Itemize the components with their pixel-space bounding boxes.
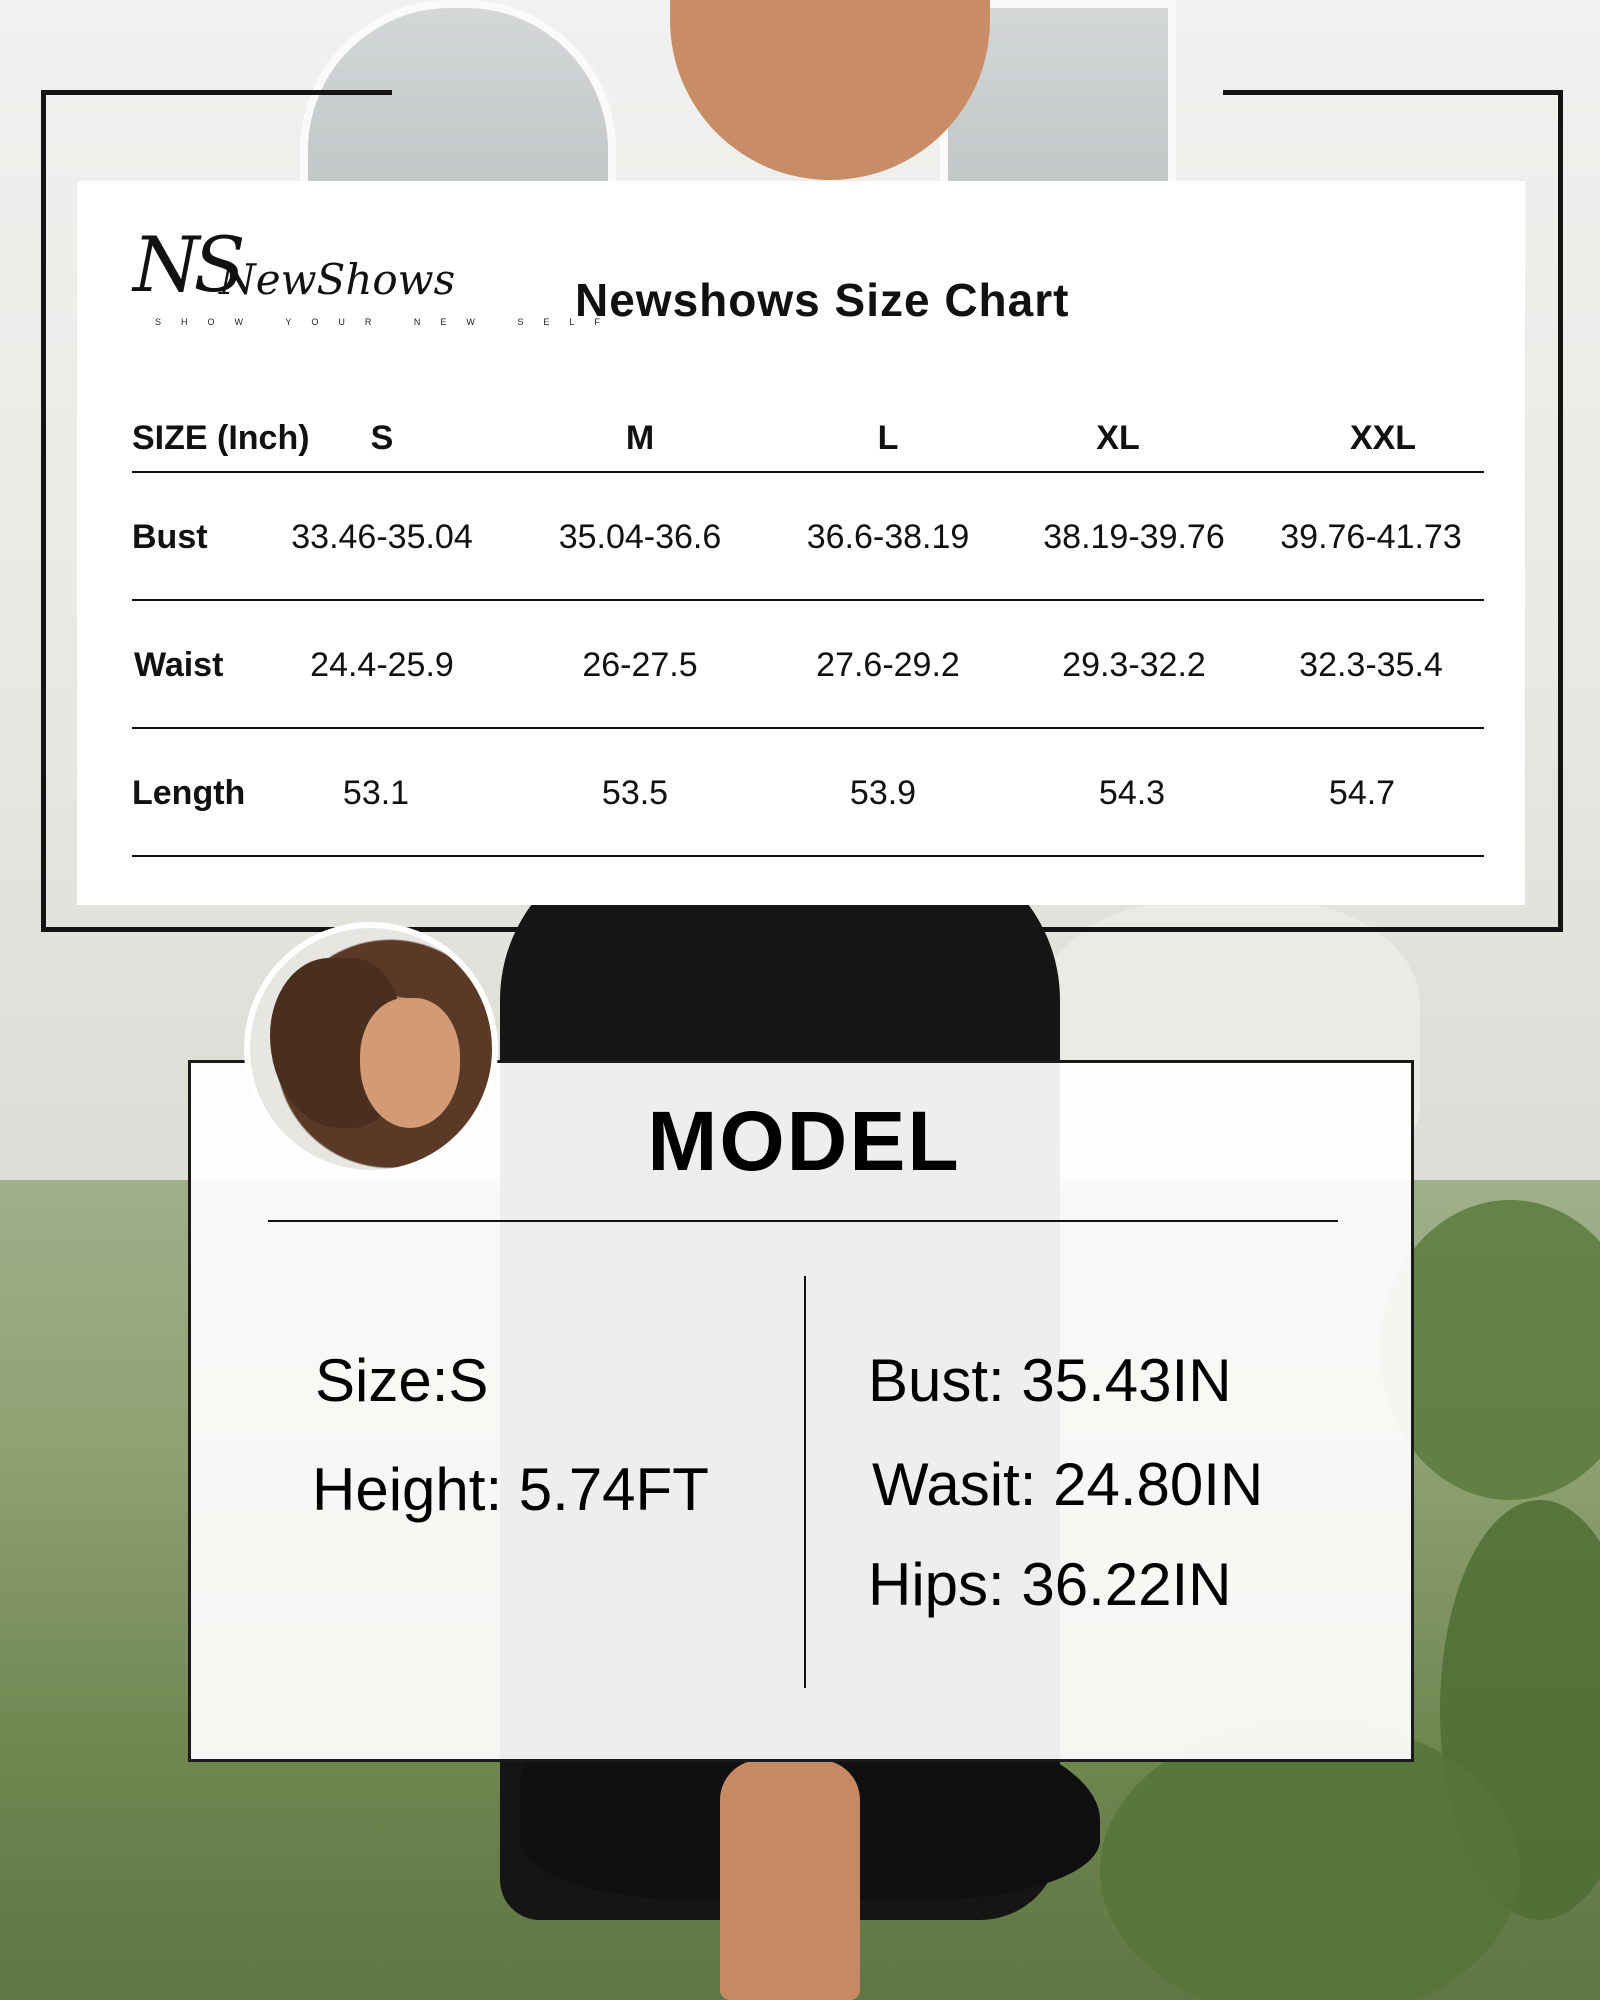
- header-size-m: M: [625, 418, 655, 457]
- row-label-length: Length: [132, 773, 246, 812]
- model-avatar: [244, 922, 498, 1176]
- waist-xxl: 32.3-35.4: [1299, 645, 1443, 684]
- header-size-l: L: [877, 418, 899, 457]
- table-row-bust: Bust 33.46-35.04 35.04-36.6 36.6-38.19 3…: [132, 473, 1484, 601]
- waist-xl: 29.3-32.2: [1062, 645, 1206, 684]
- background-model-leg: [720, 1760, 860, 2000]
- table-row-length: Length 53.1 53.5 53.9 54.3 54.7: [132, 729, 1484, 857]
- frame-top-left-line: [41, 90, 392, 95]
- waist-s: 24.4-25.9: [310, 645, 454, 684]
- header-size-xxl: XXL: [1349, 418, 1417, 457]
- length-l: 53.9: [849, 773, 917, 812]
- header-size-s: S: [370, 418, 394, 457]
- header-size-xl: XL: [1096, 418, 1140, 457]
- frame-top-right-line: [1223, 90, 1563, 95]
- length-m: 53.5: [601, 773, 669, 812]
- size-chart-title: Newshows Size Chart: [575, 274, 1070, 326]
- model-bust: Bust: 35.43IN: [868, 1347, 1232, 1414]
- row-label-bust: Bust: [132, 517, 208, 556]
- brand-tagline: SHOW YOUR NEW SELF: [155, 317, 620, 327]
- row-label-waist: Waist: [134, 645, 224, 684]
- bust-xl: 38.19-39.76: [1043, 517, 1225, 556]
- bust-l: 36.6-38.19: [806, 517, 970, 556]
- frame-right-line: [1558, 90, 1563, 932]
- brand-name: NewShows: [219, 255, 456, 304]
- brand-logo: NS NewShows SHOW YOUR NEW SELF: [133, 227, 600, 337]
- background-bush: [1100, 1720, 1520, 2000]
- model-title-rule: [268, 1220, 1338, 1222]
- bust-s: 33.46-35.04: [291, 517, 473, 556]
- bust-m: 35.04-36.6: [558, 517, 722, 556]
- table-header-row: SIZE (Inch) S M L XL XXL: [132, 403, 1484, 473]
- avatar-face: [360, 998, 460, 1128]
- frame-left-line: [41, 90, 46, 932]
- table-rule: [132, 855, 1484, 857]
- waist-m: 26-27.5: [582, 645, 698, 684]
- length-xl: 54.3: [1098, 773, 1166, 812]
- model-size: Size:S: [315, 1347, 489, 1414]
- bust-xxl: 39.76-41.73: [1280, 517, 1462, 556]
- frame-bottom-line: [41, 927, 1563, 932]
- length-s: 53.1: [342, 773, 410, 812]
- model-waist: Wasit: 24.80IN: [872, 1451, 1264, 1518]
- model-column-divider: [804, 1276, 806, 1688]
- table-row-waist: Waist 24.4-25.9 26-27.5 27.6-29.2 29.3-3…: [132, 601, 1484, 729]
- size-chart-card: NS NewShows SHOW YOUR NEW SELF Newshows …: [77, 181, 1525, 905]
- model-height: Height: 5.74FT: [312, 1456, 709, 1523]
- waist-l: 27.6-29.2: [816, 645, 960, 684]
- model-hips: Hips: 36.22IN: [868, 1551, 1232, 1618]
- length-xxl: 54.7: [1328, 773, 1396, 812]
